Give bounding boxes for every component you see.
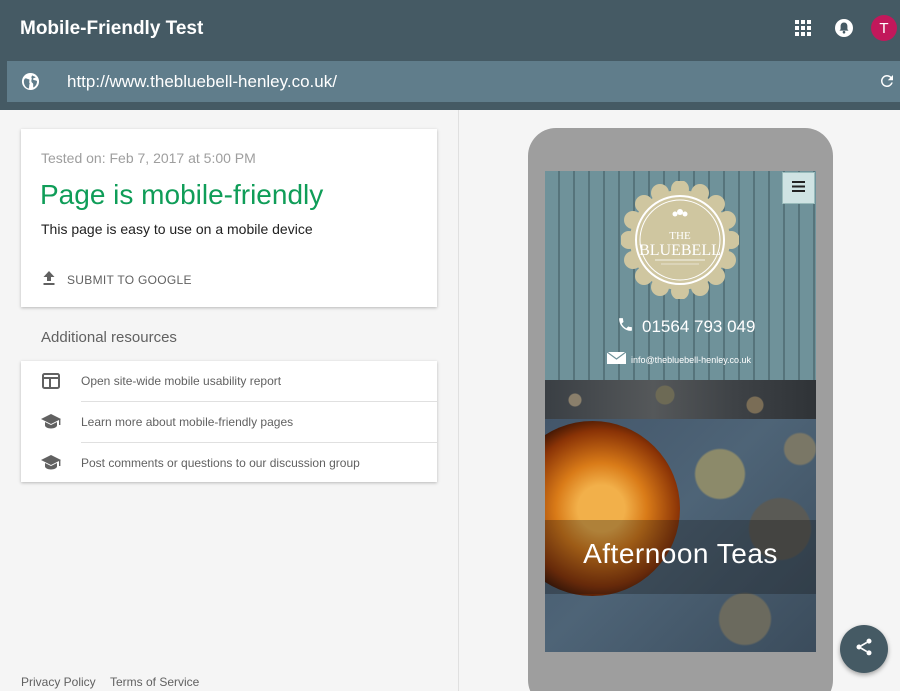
email-address: info@thebluebell-henley.co.uk: [631, 355, 752, 365]
site-header: THE BLUEBELL 01564 793 049 info@theblueb…: [545, 171, 816, 380]
resource-item-learn-more[interactable]: Learn more about mobile-friendly pages: [21, 402, 437, 442]
avatar[interactable]: T: [871, 15, 897, 41]
submit-to-google-button[interactable]: SUBMIT TO GOOGLE: [41, 269, 192, 291]
resource-item-label: Open site-wide mobile usability report: [81, 374, 282, 388]
resource-item-label: Learn more about mobile-friendly pages: [81, 415, 294, 429]
upload-icon: [41, 270, 57, 291]
url-input[interactable]: [67, 68, 847, 96]
notifications-icon[interactable]: [832, 16, 856, 40]
school-icon: [41, 453, 61, 473]
email-contact[interactable]: info@thebluebell-henley.co.uk: [606, 351, 752, 369]
result-title: Page is mobile-friendly: [40, 179, 324, 210]
svg-text:BLUEBELL: BLUEBELL: [639, 242, 721, 259]
result-description: This page is easy to use on a mobile dev…: [41, 221, 313, 237]
phone-icon: [617, 316, 634, 338]
school-icon: [41, 412, 61, 432]
privacy-policy-link[interactable]: Privacy Policy: [21, 675, 96, 689]
panel-divider: [458, 110, 459, 691]
globe-icon: [21, 72, 40, 96]
tested-on-timestamp: Tested on: Feb 7, 2017 at 5:00 PM: [41, 150, 256, 166]
url-bar: [7, 61, 900, 102]
resource-item-label: Post comments or questions to our discus…: [81, 456, 360, 470]
result-card: Tested on: Feb 7, 2017 at 5:00 PM Page i…: [21, 129, 437, 307]
phone-number: 01564 793 049: [642, 317, 756, 336]
resource-item-usability-report[interactable]: Open site-wide mobile usability report: [21, 361, 437, 401]
menu-icon: [792, 179, 805, 197]
share-icon: [854, 637, 874, 662]
afternoon-teas-title[interactable]: Afternoon Teas: [545, 538, 816, 570]
app-header: Mobile-Friendly Test T: [0, 0, 900, 110]
tea-photo-strip: [545, 380, 816, 419]
resource-item-discussion-group[interactable]: Post comments or questions to our discus…: [21, 443, 437, 483]
bluebell-logo: THE BLUEBELL: [621, 181, 739, 299]
refresh-icon[interactable]: [878, 72, 896, 95]
apps-icon[interactable]: [791, 16, 815, 40]
phone-contact[interactable]: 01564 793 049: [617, 316, 755, 338]
phone-screen-preview: THE BLUEBELL 01564 793 049 info@theblueb…: [545, 171, 816, 652]
web-page-icon: [41, 371, 61, 391]
terms-of-service-link[interactable]: Terms of Service: [110, 675, 199, 689]
additional-resources-heading: Additional resources: [41, 329, 177, 346]
app-title: Mobile-Friendly Test: [20, 18, 204, 39]
envelope-icon: [606, 351, 627, 369]
submit-to-google-label: SUBMIT TO GOOGLE: [67, 273, 192, 287]
resources-list: Open site-wide mobile usability report L…: [21, 361, 437, 482]
hamburger-menu-button[interactable]: [782, 172, 815, 204]
share-button[interactable]: [840, 625, 888, 673]
svg-text:THE: THE: [669, 230, 691, 242]
